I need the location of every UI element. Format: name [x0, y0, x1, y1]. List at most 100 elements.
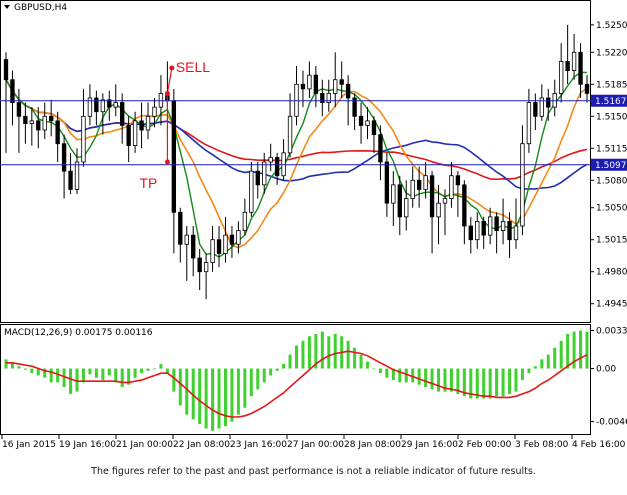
macd-bar [230, 368, 234, 422]
candle-body-down [345, 83, 351, 99]
candle-body-up [268, 157, 273, 163]
macd-bar [533, 366, 537, 369]
macd-bar [495, 368, 499, 397]
candle-body-down [371, 120, 377, 135]
macd-bar [140, 368, 144, 374]
entry-dot-icon [164, 90, 170, 96]
macd-bar [327, 336, 331, 369]
macd-tick-label: -0.0046 [596, 418, 627, 428]
candle-body-up [113, 102, 118, 108]
time-tick-label: 29 Jan 16:00 [401, 440, 458, 450]
price-tick-label: 1.5150 [596, 112, 627, 122]
candle-body-up [42, 115, 47, 131]
macd-bar [198, 368, 202, 424]
macd-bar [88, 368, 92, 375]
macd-bar [204, 368, 208, 429]
candle-body-up [29, 120, 34, 124]
macd-bar [417, 368, 421, 385]
macd-bar [17, 366, 21, 369]
candle-body-down [584, 83, 590, 94]
macd-bar [152, 368, 156, 370]
macd-bar [114, 368, 118, 383]
candle-body-down [300, 83, 306, 90]
macd-bar [566, 333, 570, 369]
candle-body-down [229, 234, 235, 245]
candle-body-up [423, 175, 428, 190]
candle-body-up [145, 115, 151, 131]
macd-bar [275, 368, 279, 371]
macd-bar [520, 368, 524, 381]
candle-body-up [249, 170, 254, 213]
macd-bar [236, 368, 240, 415]
candle-body-up [236, 230, 241, 245]
macd-bar [508, 368, 512, 394]
candle-body-up [513, 225, 519, 241]
candle-body-down [494, 216, 499, 231]
time-tick-label: 27 Jan 00:00 [287, 440, 344, 450]
time-axis: 16 Jan 2015 19 Jan 16:00 21 Jan 00:00 22 Ja… [1, 435, 626, 450]
candle-body-down [416, 179, 422, 190]
time-tick-label: 21 Jan 00:00 [116, 440, 173, 450]
candle-body-down [23, 115, 28, 124]
candle-body-up [287, 115, 293, 154]
macd-bar [546, 354, 550, 369]
candle-body-down [565, 61, 570, 71]
price-tick-label: 1.4945 [596, 300, 627, 310]
macd-bar [217, 368, 221, 429]
macd-bar [307, 336, 311, 369]
macd-bar [430, 368, 434, 390]
macd-bar [107, 368, 111, 376]
macd-bar [249, 368, 253, 397]
sell-dot-icon [169, 65, 175, 71]
time-tick-label: 28 Jan 08:00 [344, 440, 401, 450]
chart-title: GBPUSD,H4 [14, 3, 67, 13]
candle-body-down [378, 134, 383, 163]
candle-body-down [397, 184, 402, 218]
tp-label: TP [139, 175, 157, 191]
macd-bar [553, 347, 557, 369]
macd-bar [30, 368, 34, 374]
candle-body-down [255, 170, 260, 186]
candle-body-down [455, 175, 461, 186]
macd-bar [514, 368, 518, 392]
macd-bar [501, 368, 505, 397]
macd-bar [320, 331, 324, 369]
candle-body-down [49, 115, 54, 122]
candle-body-up [410, 179, 415, 199]
price-tick-label: 1.5250 [596, 21, 627, 31]
candle-body-up [442, 198, 448, 204]
macd-bar [243, 368, 247, 408]
candle-body-up [559, 61, 564, 94]
candle-body-up [333, 79, 338, 94]
candle-body-up [436, 202, 441, 218]
candle-body-down [429, 175, 435, 218]
time-tick-label: 19 Jan 16:00 [59, 440, 116, 450]
candle-body-down [94, 97, 99, 113]
candle-body-down [171, 100, 177, 213]
macd-bar [49, 368, 53, 383]
price-tick-label: 1.5115 [596, 144, 627, 154]
macd-title: MACD(12,26,9) 0.00175 0.00116 [4, 328, 153, 338]
candle-body-down [546, 97, 551, 108]
candle-body-up [307, 74, 312, 90]
macd-bar [288, 354, 292, 369]
macd-bar [211, 368, 215, 431]
candle-body-up [475, 221, 480, 241]
chart-header: GBPUSD,H4 [4, 3, 67, 13]
candle-body-up [81, 115, 86, 163]
candle-body-down [216, 239, 222, 254]
candle-body-down [481, 221, 486, 236]
macd-bar [23, 368, 27, 370]
macd-bar [424, 368, 428, 387]
macd-bar [223, 368, 227, 427]
macd-bar [120, 368, 124, 387]
macd-bar [475, 368, 479, 399]
candle-body-down [126, 125, 131, 146]
time-tick-label: 4 Feb 16:00 [572, 440, 626, 450]
candle-body-up [520, 143, 525, 227]
macd-bar [378, 368, 382, 374]
candle-body-down [313, 74, 319, 94]
macd-bar [449, 368, 453, 392]
price-tick-label: 1.5185 [596, 80, 627, 90]
candle-body-down [178, 211, 183, 245]
